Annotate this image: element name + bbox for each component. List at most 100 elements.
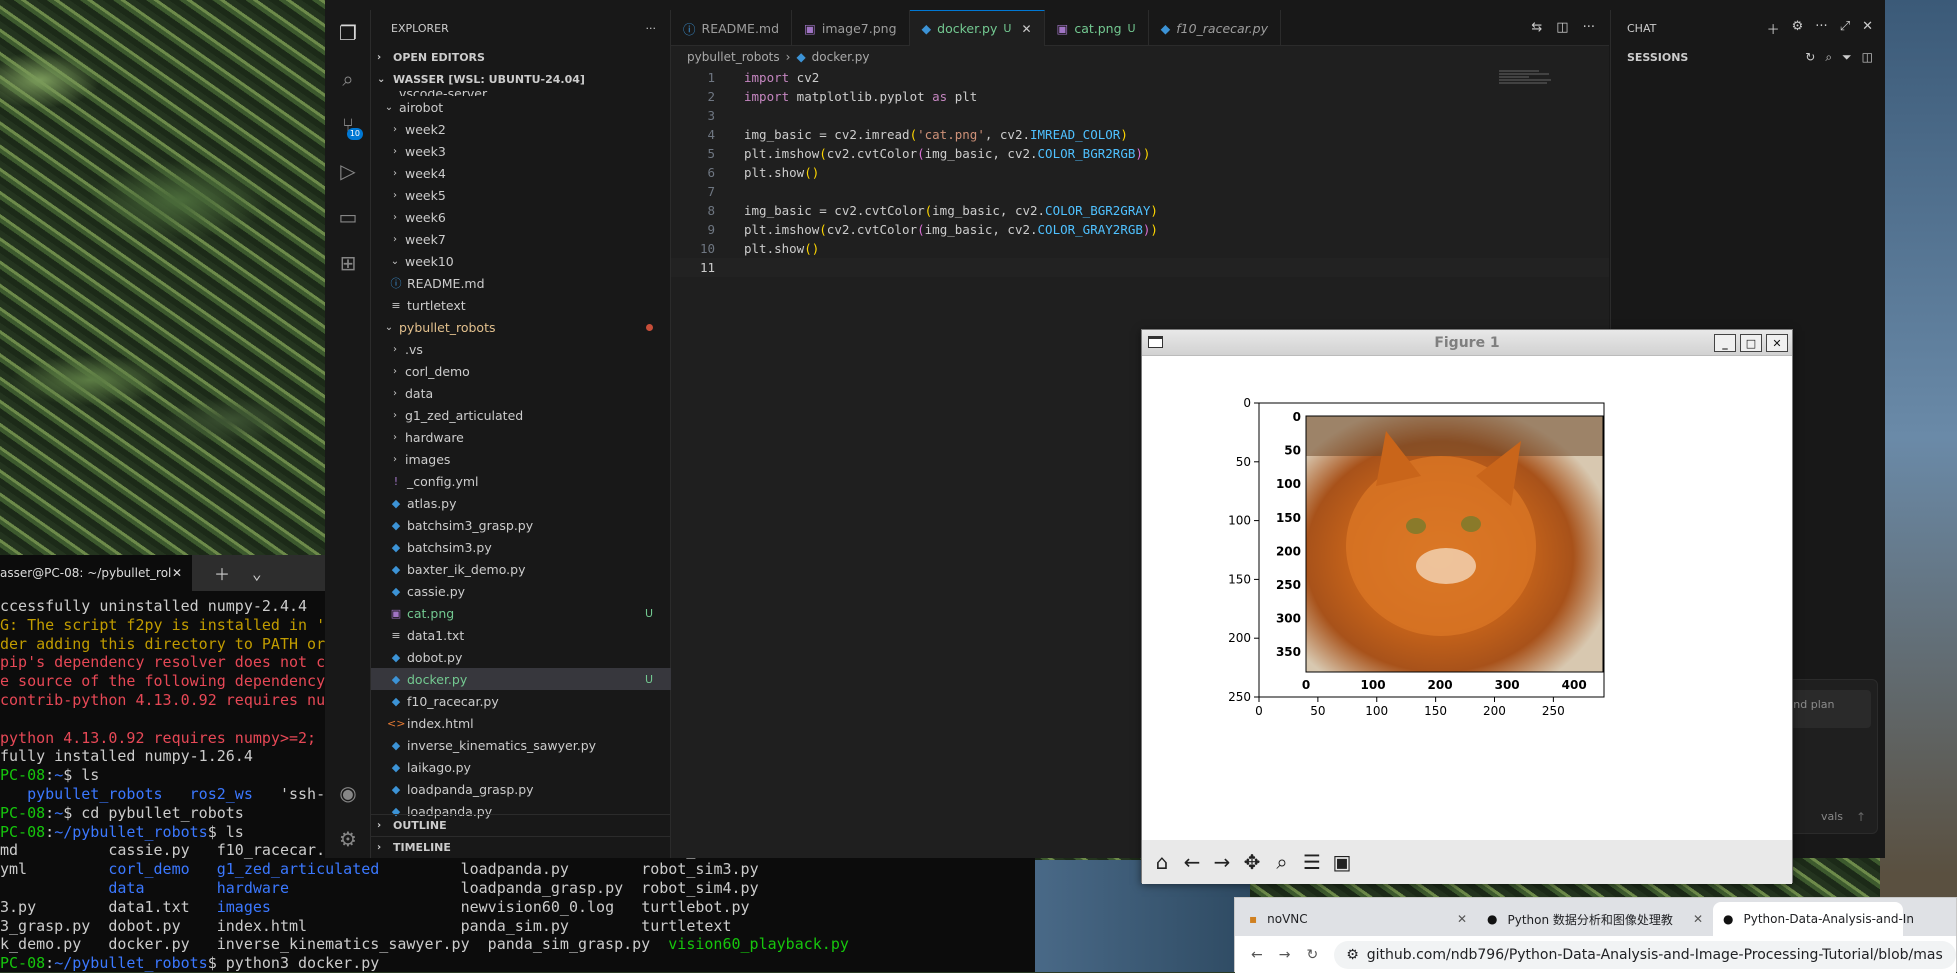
back-icon[interactable]: ← (1251, 947, 1263, 963)
breadcrumb-folder[interactable]: pybullet_robots (687, 50, 780, 64)
code-line[interactable]: 5 plt.imshow(cv2.cvtColor(img_basic, cv2.… (671, 144, 1609, 163)
code-line[interactable]: 7 (671, 182, 1609, 201)
new-tab-icon[interactable]: ＋ (214, 561, 230, 585)
tree-item[interactable]: › g1_zed_articulated (371, 404, 671, 426)
run-debug-icon[interactable]: ▷ (325, 148, 371, 194)
tree-item[interactable]: ◆ dobot.py (371, 646, 671, 668)
maximize-button[interactable]: □ (1740, 334, 1762, 352)
open-editors-section[interactable]: › OPEN EDITORS (371, 46, 670, 68)
code-line[interactable]: 4 img_basic = cv2.imread('cat.png', cv2.I… (671, 125, 1609, 144)
tree-item[interactable]: › .vs (371, 338, 671, 360)
tree-item[interactable]: › week7 (371, 228, 671, 250)
tree-item[interactable]: ◆ f10_racecar.py (371, 690, 671, 712)
tree-item[interactable]: › week4 (371, 162, 671, 184)
tree-item[interactable]: ≡ data1.txt (371, 624, 671, 646)
tree-item[interactable]: ⌄ pybullet_robots (371, 316, 671, 338)
tree-item[interactable]: › corl_demo (371, 360, 671, 382)
code-line[interactable]: 2 import matplotlib.pyplot as plt (671, 87, 1609, 106)
tree-item[interactable]: › week5 (371, 184, 671, 206)
settings-gear-icon[interactable]: ⚙ (325, 816, 371, 862)
zoom-icon[interactable]: ⌕ (1270, 850, 1294, 874)
tree-item[interactable]: › week2 (371, 118, 671, 140)
code-line[interactable]: 10 plt.show() (671, 239, 1609, 258)
tree-item[interactable]: ◆ loadpanda_grasp.py (371, 778, 671, 800)
tree-item[interactable]: › images (371, 448, 671, 470)
editor-tab[interactable]: ◆ docker.py U ✕ (909, 10, 1045, 46)
chevron-down-icon[interactable]: ⌄ (252, 564, 262, 583)
timeline-section[interactable]: › TIMELINE (371, 836, 671, 858)
minimize-button[interactable]: _ (1714, 334, 1736, 352)
tree-item[interactable]: ≡ turtletext (371, 294, 671, 316)
reload-icon[interactable]: ↻ (1306, 947, 1318, 963)
tree-item[interactable]: ⌄ week10 (371, 250, 671, 272)
editor-tab[interactable]: ◆ f10_racecar.py (1149, 10, 1281, 46)
browser-tab[interactable]: ● Python 数据分析和图像处理教 ✕ (1477, 902, 1713, 936)
figure-titlebar[interactable]: Figure 1 _ □ ✕ (1142, 330, 1792, 356)
account-icon[interactable]: ◉ (325, 770, 371, 816)
forward-icon[interactable]: → (1279, 947, 1291, 963)
configure-icon[interactable]: ☰ (1300, 850, 1324, 874)
editor-tab[interactable]: ▣ image7.png (792, 10, 910, 46)
extensions-icon[interactable]: ⊞ (325, 240, 371, 286)
close-icon[interactable]: ✕ (1693, 912, 1703, 926)
more-actions-icon[interactable]: ··· (1815, 19, 1827, 38)
tree-item[interactable]: ◆ inverse_kinematics_sawyer.py (371, 734, 671, 756)
code-line[interactable]: 11 (671, 258, 1609, 277)
minimap[interactable] (1499, 70, 1559, 100)
settings-gear-icon[interactable]: ⚙ (1792, 19, 1804, 38)
tree-item[interactable]: › week6 (371, 206, 671, 228)
tree-item[interactable]: ◆ batchsim3_grasp.py (371, 514, 671, 536)
tree-item[interactable]: ▣ cat.png U (371, 602, 671, 624)
browser-tab[interactable]: ● Python-Data-Analysis-and-In (1713, 902, 1914, 936)
close-button[interactable]: ✕ (1766, 334, 1788, 352)
figure-canvas[interactable]: 0 50 100 150 200 250 0 50 100 150 200 250 0 100 200 30… (1146, 357, 1788, 840)
tree-item[interactable]: › data (371, 382, 671, 404)
close-icon[interactable]: ✕ (1021, 22, 1031, 36)
close-icon[interactable]: ✕ (1457, 912, 1467, 926)
forward-icon[interactable]: → (1210, 850, 1234, 874)
filter-icon[interactable]: ⏷ (1842, 50, 1852, 65)
more-actions-icon[interactable]: ··· (646, 22, 657, 35)
new-chat-icon[interactable]: ＋ (1767, 19, 1780, 38)
code-line[interactable]: 6 plt.show() (671, 163, 1609, 182)
maximize-icon[interactable]: ⤢ (1840, 19, 1850, 38)
code-line[interactable]: 9 plt.imshow(cv2.cvtColor(img_basic, cv2.… (671, 220, 1609, 239)
tree-item[interactable]: ◆ docker.py U (371, 668, 671, 690)
tree-item[interactable]: ! _config.yml (371, 470, 671, 492)
split-editor-icon[interactable]: ◫ (1556, 20, 1568, 35)
code-line[interactable]: 3 (671, 106, 1609, 125)
send-icon[interactable]: ↑ (1856, 810, 1866, 824)
code-line[interactable]: 1 import cv2 (671, 68, 1609, 87)
search-icon[interactable]: ⌕ (325, 56, 371, 102)
back-icon[interactable]: ← (1180, 850, 1204, 874)
layout-icon[interactable]: ◫ (1862, 50, 1873, 65)
terminal-tab[interactable]: asser@PC-08: ~/pybullet_rol ✕ (0, 555, 192, 591)
search-icon[interactable]: ⌕ (1825, 50, 1832, 65)
editor-tab[interactable]: ⓘ README.md (671, 10, 793, 46)
more-actions-icon[interactable]: ··· (1583, 20, 1595, 35)
site-info-icon[interactable]: ⚙ (1346, 947, 1359, 963)
browser-tab[interactable]: ▪ noVNC ✕ (1239, 902, 1477, 936)
tree-item[interactable]: ⌄ airobot (371, 96, 671, 118)
source-control-icon[interactable]: ⑂ 10 (325, 102, 371, 148)
breadcrumb-file[interactable]: docker.py (812, 50, 870, 64)
workspace-section[interactable]: ⌄ WASSER [WSL: UBUNTU-24.04] (371, 68, 670, 90)
editor-tab[interactable]: ▣ cat.png U (1045, 10, 1149, 46)
refresh-icon[interactable]: ↻ (1805, 50, 1815, 65)
outline-section[interactable]: › OUTLINE (371, 814, 671, 836)
save-icon[interactable]: ▣ (1330, 850, 1354, 874)
tree-item[interactable]: ◆ atlas.py (371, 492, 671, 514)
tree-item[interactable]: ◆ batchsim3.py (371, 536, 671, 558)
tree-item[interactable]: <> index.html (371, 712, 671, 734)
tree-item[interactable]: ◆ laikago.py (371, 756, 671, 778)
pan-icon[interactable]: ✥ (1240, 850, 1264, 874)
url-field[interactable]: ⚙ github.com/ndb796/Python-Data-Analysis-… (1334, 940, 1956, 969)
home-icon[interactable]: ⌂ (1150, 850, 1174, 874)
close-icon[interactable]: ✕ (1862, 19, 1873, 38)
tree-item[interactable]: ◆ cassie.py (371, 580, 671, 602)
tree-item[interactable]: › hardware (371, 426, 671, 448)
tree-item[interactable]: ⓘ README.md (371, 272, 671, 294)
compare-icon[interactable]: ⇆ (1531, 20, 1542, 35)
tree-item[interactable]: ◆ baxter_ik_demo.py (371, 558, 671, 580)
code-area[interactable]: 1 import cv2 2 import matplotlib.pyplot as … (671, 68, 1609, 277)
